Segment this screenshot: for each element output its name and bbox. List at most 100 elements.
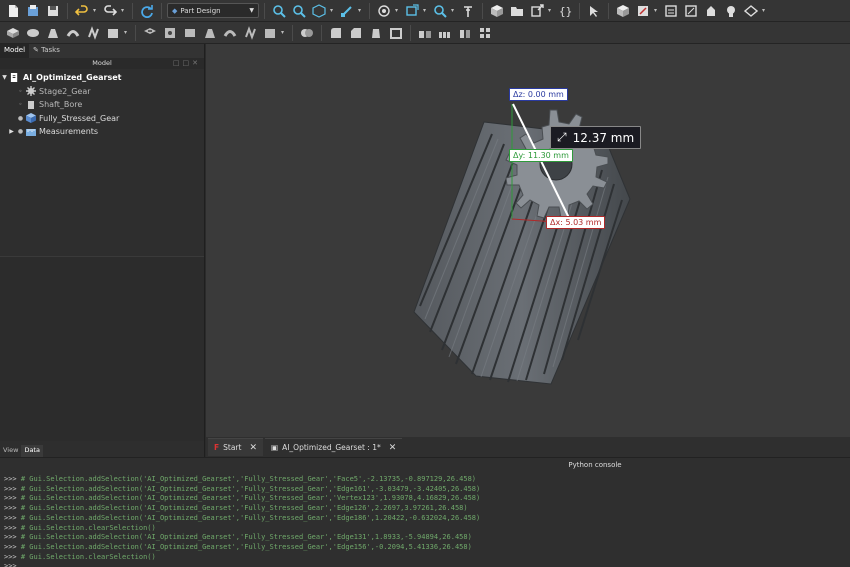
multitransform-icon[interactable]	[476, 24, 494, 42]
clone-dropdown-icon[interactable]: ▾	[762, 7, 768, 14]
hole-icon[interactable]	[161, 24, 179, 42]
subtractive-primitive-dropdown-icon[interactable]: ▾	[281, 29, 287, 36]
console-output[interactable]: >>> # Gui.Selection.addSelection('AI_Opt…	[4, 475, 844, 567]
tree-item-stage2-gear[interactable]: ◦ Stage2_Gear	[0, 85, 204, 99]
additive-pipe-icon[interactable]	[64, 24, 82, 42]
datum-point-icon[interactable]	[702, 2, 720, 20]
save-icon[interactable]	[44, 2, 62, 20]
distance-value: 12.37 mm	[572, 130, 635, 145]
console-input-line[interactable]: >>>	[4, 562, 844, 567]
draw-style-dropdown-icon[interactable]: ▾	[330, 7, 336, 14]
shape-binder-icon[interactable]	[722, 2, 740, 20]
additive-primitive-icon[interactable]	[104, 24, 122, 42]
redo-dropdown-icon[interactable]: ▾	[121, 7, 127, 14]
additive-helix-icon[interactable]	[84, 24, 102, 42]
combo-view-tabs: Model ✎ Tasks	[0, 44, 204, 58]
tree-item-shaft-bore[interactable]: ◦ Shaft_Bore	[0, 98, 204, 112]
bounding-box-icon[interactable]	[338, 2, 356, 20]
collapse-arrow-icon[interactable]: ▼	[0, 74, 9, 81]
std-views-icon[interactable]	[375, 2, 393, 20]
mirrored-icon[interactable]	[416, 24, 434, 42]
revolution-icon[interactable]	[24, 24, 42, 42]
visibility-hidden-icon[interactable]: ◦	[16, 88, 25, 95]
tree-item-root[interactable]: ▼ AI_Optimized_Gearset	[0, 71, 204, 85]
datum-line-icon[interactable]	[682, 2, 700, 20]
draft-icon[interactable]	[367, 24, 385, 42]
tree-item-measurements[interactable]: ▶ ● Measurements	[0, 125, 204, 139]
fillet-icon[interactable]	[327, 24, 345, 42]
additive-loft-icon[interactable]	[44, 24, 62, 42]
tab-model[interactable]: Model	[0, 44, 30, 58]
refresh-icon[interactable]	[138, 2, 156, 20]
3d-viewport[interactable]: Δz: 0.00 mm Δy: 11.30 mm Δx: 5.03 mm ⤢ 1…	[206, 44, 850, 437]
fit-selection-icon[interactable]	[290, 2, 308, 20]
measure-icon[interactable]	[431, 2, 449, 20]
document-icon	[9, 73, 20, 83]
std-views-dropdown-icon[interactable]: ▾	[395, 7, 401, 14]
whats-this-icon[interactable]	[585, 2, 603, 20]
console-line: >>> # Gui.Selection.addSelection('AI_Opt…	[4, 513, 481, 522]
fit-all-icon[interactable]	[270, 2, 288, 20]
link-dropdown-icon[interactable]: ▾	[548, 7, 554, 14]
subtractive-pipe-icon[interactable]	[221, 24, 239, 42]
chevron-down-icon: ▼	[249, 7, 254, 14]
pad-icon[interactable]	[4, 24, 22, 42]
subtractive-loft-icon[interactable]	[201, 24, 219, 42]
datum-plane-icon[interactable]	[662, 2, 680, 20]
new-document-icon[interactable]	[4, 2, 22, 20]
toolbar-separator	[161, 2, 162, 19]
measure-dropdown-icon[interactable]: ▾	[451, 7, 457, 14]
delta-x-label: Δx: 5.03 mm	[546, 216, 606, 229]
property-view	[0, 256, 204, 441]
expand-arrow-icon[interactable]: ▶	[7, 128, 16, 135]
linear-pattern-icon[interactable]	[436, 24, 454, 42]
undo-icon[interactable]	[73, 2, 91, 20]
tab-start[interactable]: F Start ✕	[208, 438, 263, 456]
create-group-icon[interactable]	[508, 2, 526, 20]
view-box-icon[interactable]	[403, 2, 421, 20]
close-icon[interactable]: ✕	[389, 443, 397, 453]
workbench-selector[interactable]: ◆ Part Design ▼	[167, 3, 259, 18]
subtractive-helix-icon[interactable]	[241, 24, 259, 42]
manipulator-icon[interactable]	[459, 2, 477, 20]
create-part-icon[interactable]	[488, 2, 506, 20]
gear-3d-model[interactable]	[206, 44, 850, 437]
visibility-hidden-icon[interactable]: ◦	[16, 101, 25, 108]
body-icon[interactable]	[614, 2, 632, 20]
redo-icon[interactable]	[101, 2, 119, 20]
tab-data[interactable]: Data	[21, 445, 43, 457]
subtractive-primitive-icon[interactable]	[261, 24, 279, 42]
toolbar-separator	[132, 2, 133, 19]
bounding-box-dropdown-icon[interactable]: ▾	[358, 7, 364, 14]
visibility-visible-icon[interactable]: ●	[16, 115, 25, 122]
chamfer-icon[interactable]	[347, 24, 365, 42]
undo-dropdown-icon[interactable]: ▾	[93, 7, 99, 14]
thickness-icon[interactable]	[387, 24, 405, 42]
sketch-icon[interactable]	[634, 2, 652, 20]
pocket-icon[interactable]	[141, 24, 159, 42]
link-icon[interactable]	[528, 2, 546, 20]
visibility-visible-icon[interactable]: ●	[16, 128, 25, 135]
console-line: >>> # Gui.Selection.addSelection('AI_Opt…	[4, 533, 472, 542]
panel-controls[interactable]: □□✕	[173, 58, 201, 69]
draw-style-icon[interactable]	[310, 2, 328, 20]
macro-icon[interactable]: {}	[556, 2, 574, 20]
sketch-dropdown-icon[interactable]: ▾	[654, 7, 660, 14]
tab-tasks[interactable]: ✎ Tasks	[29, 44, 64, 58]
polar-pattern-icon[interactable]	[456, 24, 474, 42]
tab-view[interactable]: View	[0, 445, 21, 457]
tab-gearset-document[interactable]: ▣ AI_Optimized_Gearset : 1* ✕	[265, 438, 403, 456]
python-console[interactable]: Python console >>> # Gui.Selection.addSe…	[0, 457, 850, 567]
distance-label: ⤢ 12.37 mm	[550, 126, 642, 149]
view-box-dropdown-icon[interactable]: ▾	[423, 7, 429, 14]
tree-item-fully-stressed-gear[interactable]: ● Fully_Stressed_Gear	[0, 112, 204, 126]
close-icon[interactable]: ✕	[249, 443, 257, 453]
groove-icon[interactable]	[181, 24, 199, 42]
clone-icon[interactable]	[742, 2, 760, 20]
panel-title: Model □□✕	[0, 58, 204, 69]
boolean-icon[interactable]	[298, 24, 316, 42]
open-document-icon[interactable]	[24, 2, 42, 20]
console-line: >>> # Gui.Selection.addSelection('AI_Opt…	[4, 484, 481, 493]
model-tree: ▼ AI_Optimized_Gearset ◦ Stage2_Gear ◦ S…	[0, 69, 204, 249]
additive-primitive-dropdown-icon[interactable]: ▾	[124, 29, 130, 36]
